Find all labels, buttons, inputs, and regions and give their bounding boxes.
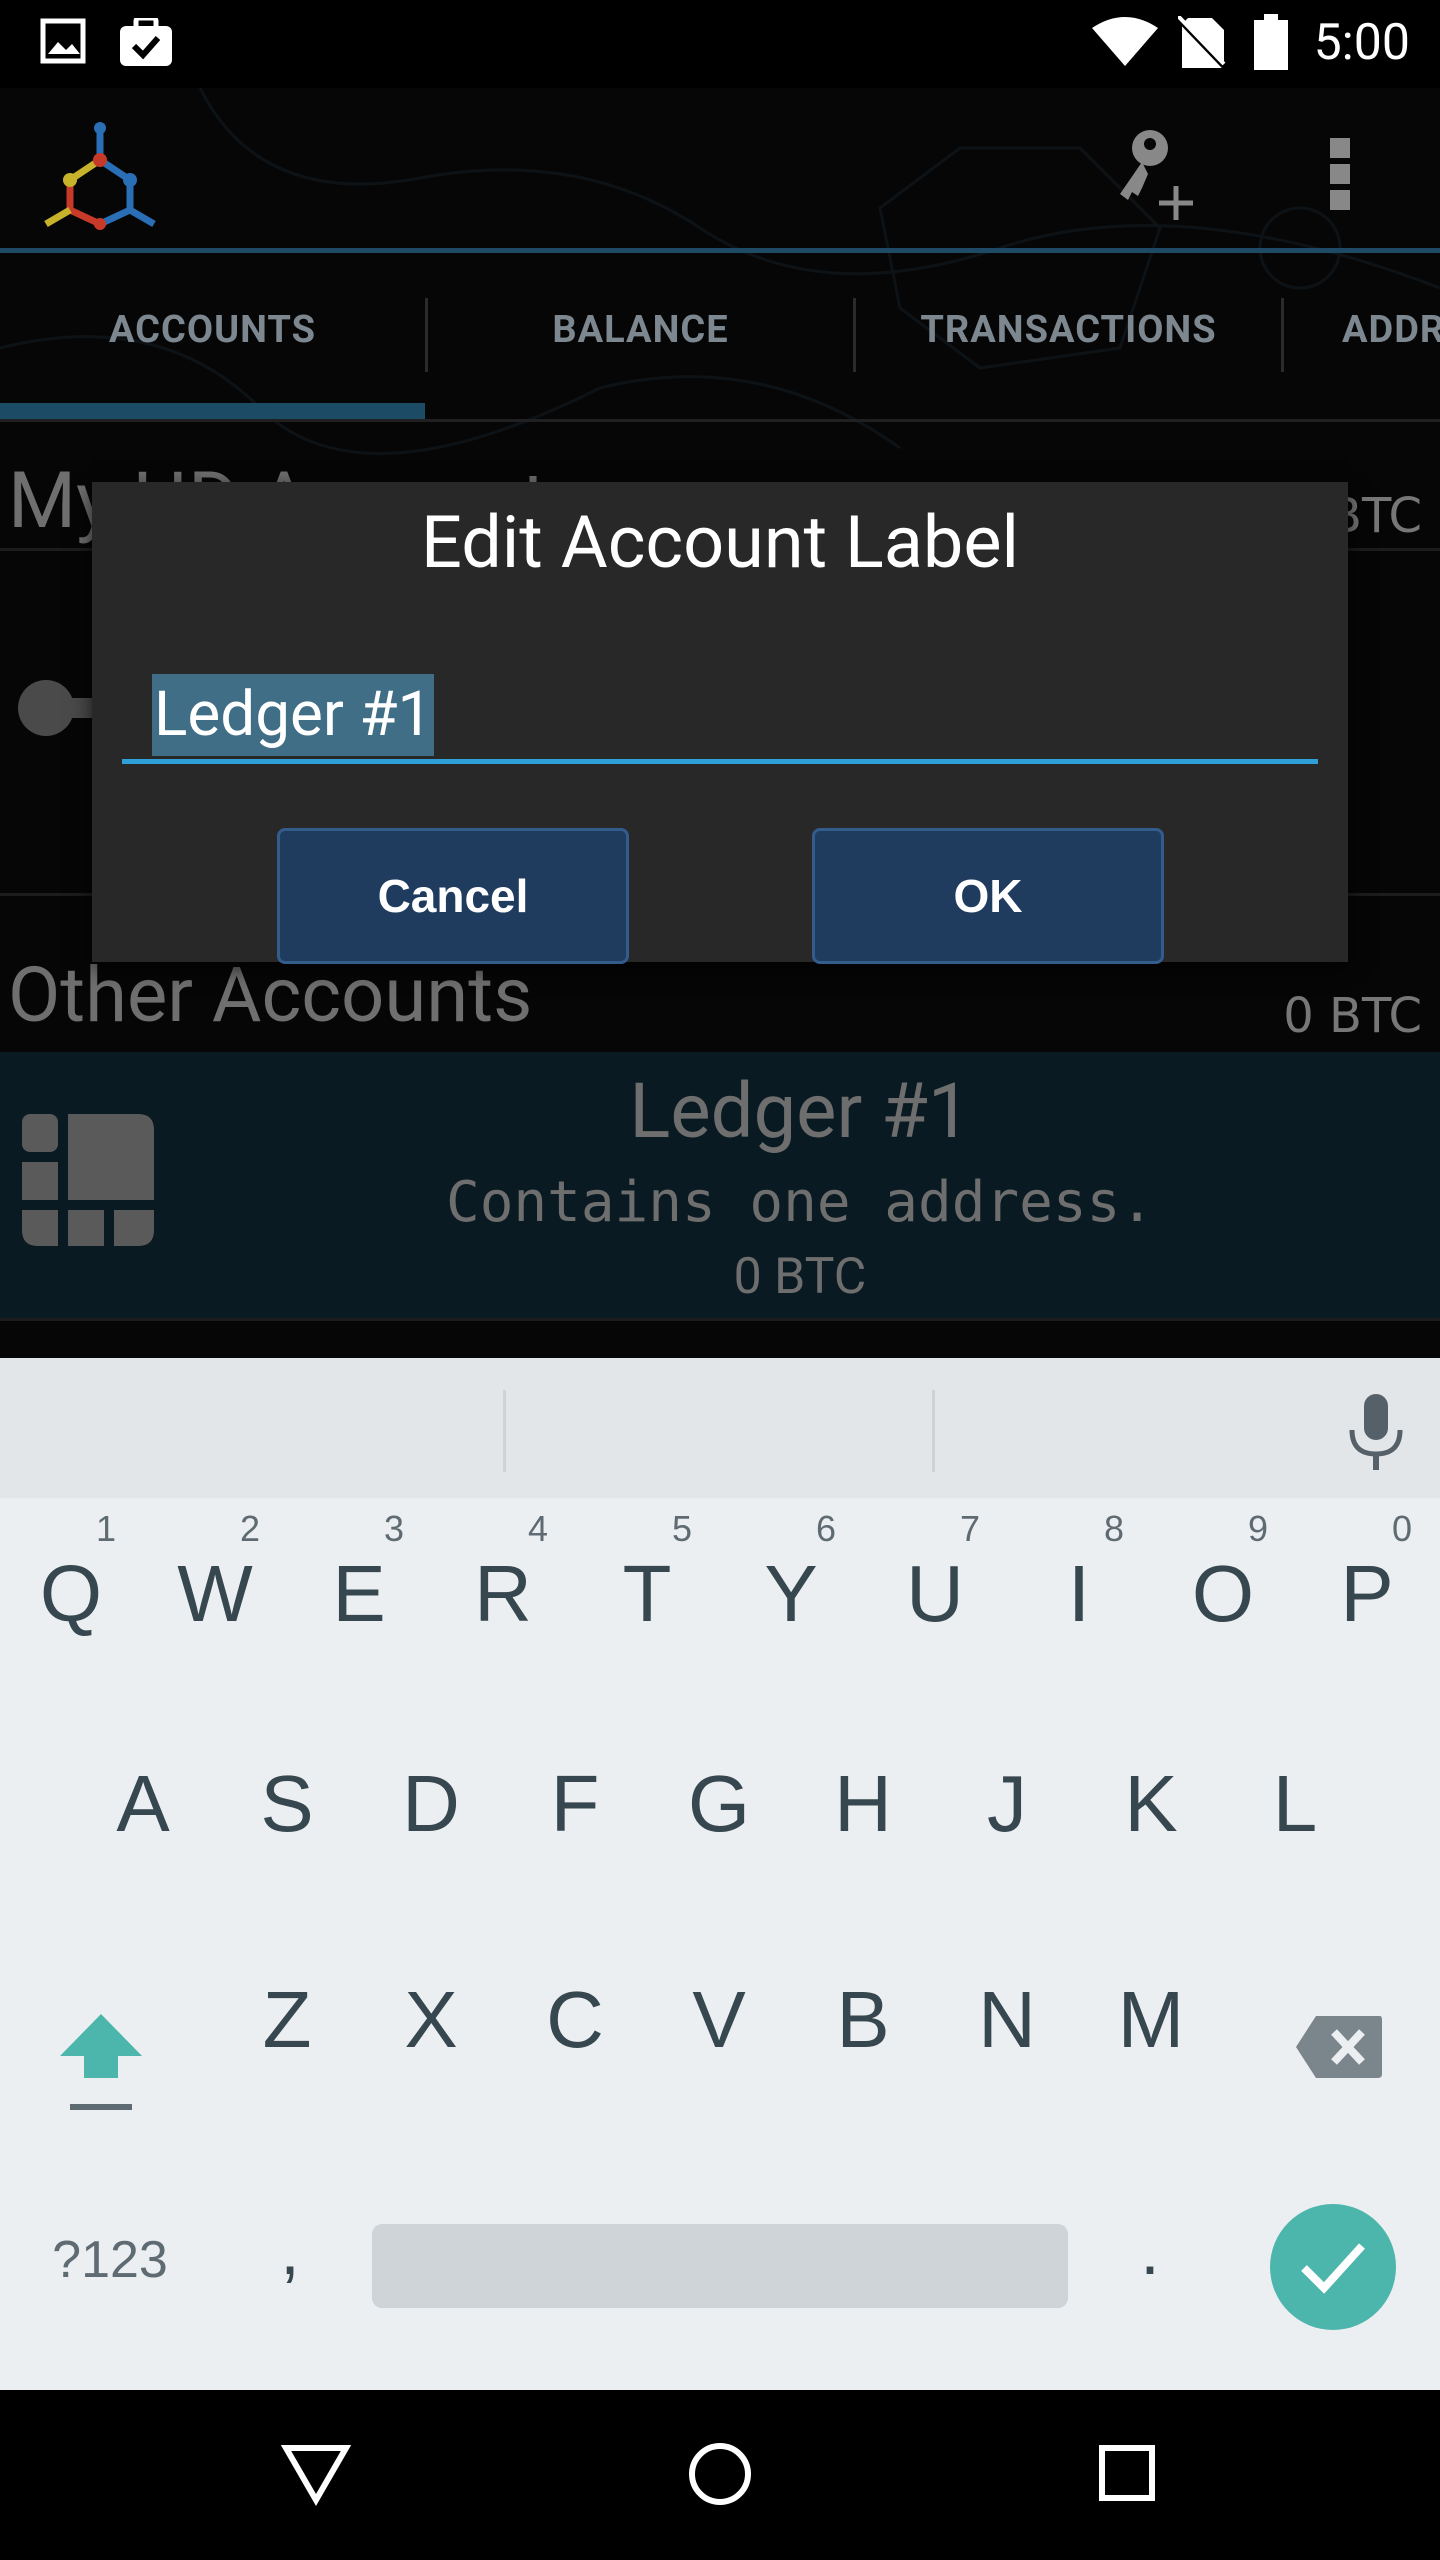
key-y[interactable]: Y: [736, 1548, 846, 1640]
microphone-icon[interactable]: [1346, 1394, 1406, 1472]
key-o[interactable]: O: [1168, 1548, 1278, 1640]
tab-bar-divider: [0, 419, 1440, 422]
key-n[interactable]: N: [952, 1974, 1062, 2066]
key-j[interactable]: J: [952, 1758, 1062, 1850]
dialog-title: Edit Account Label: [420, 500, 1020, 585]
key-hint: 3: [384, 1508, 405, 1549]
no-sim-icon: [1178, 16, 1228, 70]
suggestion-divider: [932, 1390, 935, 1472]
ledger-account-balance: 0 BTC: [733, 1248, 867, 1306]
tab-indicator: [0, 403, 425, 419]
key-i[interactable]: I: [1024, 1548, 1134, 1640]
tab-balance[interactable]: BALANCE: [428, 253, 853, 407]
tab-transactions[interactable]: TRANSACTIONS: [856, 253, 1281, 407]
back-icon[interactable]: [280, 2442, 352, 2506]
other-accounts-balance: 0 BTC: [1283, 988, 1422, 1044]
key-a[interactable]: A: [88, 1758, 198, 1850]
checkmark-icon: [1301, 2243, 1365, 2294]
key-s[interactable]: S: [232, 1758, 342, 1850]
key-t[interactable]: T: [592, 1548, 702, 1640]
symbols-key[interactable]: ?123: [30, 2230, 190, 2290]
key-hint: 7: [960, 1508, 981, 1549]
ledger-account-name: Ledger #1: [629, 1066, 971, 1156]
key-l[interactable]: L: [1240, 1758, 1350, 1850]
key-hint: 9: [1248, 1508, 1269, 1549]
account-label-input[interactable]: Ledger #1: [122, 674, 1318, 764]
key-q[interactable]: Q: [16, 1548, 126, 1640]
ok-button[interactable]: OK: [812, 828, 1164, 964]
backspace-icon[interactable]: [1294, 2014, 1384, 2080]
action-bar: [0, 88, 1440, 248]
edit-label-dialog: Edit Account Label Ledger #1 Cancel OK: [92, 482, 1348, 964]
key-x[interactable]: X: [376, 1974, 486, 2066]
row-divider: [0, 1318, 1440, 1321]
period-key[interactable]: .: [1110, 2210, 1190, 2290]
key-hint: 4: [528, 1508, 549, 1549]
home-icon[interactable]: [688, 2442, 752, 2506]
image-icon: [40, 18, 86, 64]
shift-icon[interactable]: [56, 2008, 146, 2118]
add-key-icon[interactable]: [1110, 126, 1206, 222]
key-hint: 1: [96, 1508, 117, 1549]
status-bar: 5:00: [0, 0, 1440, 88]
account-label-value[interactable]: Ledger #1: [152, 674, 435, 756]
clipboard-check-icon: [120, 18, 172, 66]
key-d[interactable]: D: [376, 1758, 486, 1850]
wifi-icon: [1092, 17, 1158, 66]
key-hint: 2: [240, 1508, 261, 1549]
overflow-menu-icon[interactable]: [1328, 136, 1354, 212]
key-e[interactable]: E: [304, 1548, 414, 1640]
tab-accounts[interactable]: ACCOUNTS: [0, 253, 425, 407]
enter-key[interactable]: [1270, 2204, 1396, 2330]
key-f[interactable]: F: [520, 1758, 630, 1850]
key-z[interactable]: Z: [232, 1974, 342, 2066]
spacebar[interactable]: [372, 2224, 1068, 2308]
clock: 5:00: [1313, 14, 1410, 72]
key-b[interactable]: B: [808, 1974, 918, 2066]
key-g[interactable]: G: [664, 1758, 774, 1850]
comma-key[interactable]: ,: [250, 2210, 330, 2290]
key-h[interactable]: H: [808, 1758, 918, 1850]
key-v[interactable]: V: [664, 1974, 774, 2066]
recents-icon[interactable]: [1098, 2444, 1156, 2502]
cancel-button[interactable]: Cancel: [277, 828, 629, 964]
battery-icon: [1254, 14, 1288, 70]
key-hint: 6: [816, 1508, 837, 1549]
key-hint: 0: [1392, 1508, 1413, 1549]
suggestion-strip: [0, 1358, 1440, 1498]
soft-keyboard: Q1 W2 E3 R4 T5 Y6 U7 I8 O9 P0 ASDFGHJKL ZXCVBNM ?…: [0, 1358, 1440, 2390]
ledger-account-description: Contains one address.: [445, 1170, 1154, 1235]
key-c[interactable]: C: [520, 1974, 630, 2066]
key-r[interactable]: R: [448, 1548, 558, 1640]
key-k[interactable]: K: [1096, 1758, 1206, 1850]
key-u[interactable]: U: [880, 1548, 990, 1640]
navigation-bar: [0, 2390, 1440, 2560]
key-p[interactable]: P: [1312, 1548, 1422, 1640]
key-w[interactable]: W: [160, 1548, 270, 1640]
suggestion-divider: [503, 1390, 506, 1472]
key-m[interactable]: M: [1096, 1974, 1206, 2066]
key-hint: 5: [672, 1508, 693, 1549]
tab-addresses[interactable]: ADDR: [1284, 253, 1440, 407]
hardware-wallet-icon: [22, 1114, 154, 1246]
key-hint: 8: [1104, 1508, 1125, 1549]
app-logo-icon[interactable]: [40, 120, 160, 230]
